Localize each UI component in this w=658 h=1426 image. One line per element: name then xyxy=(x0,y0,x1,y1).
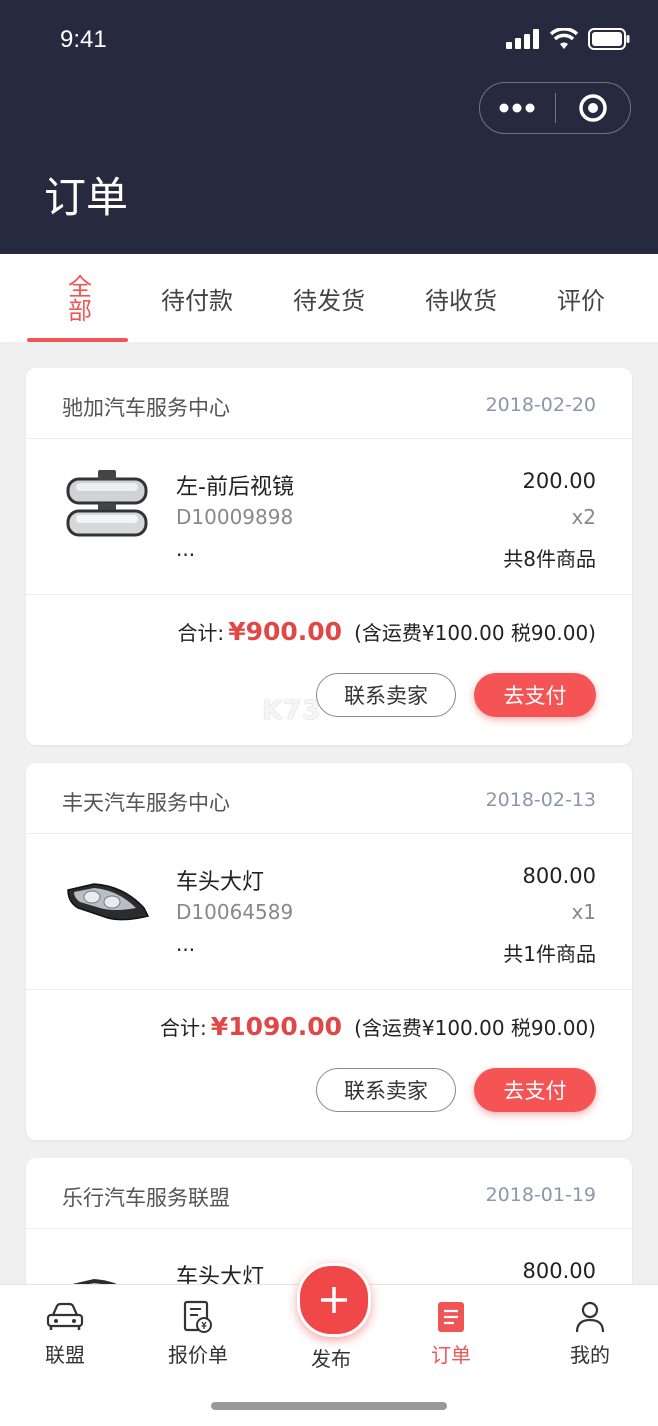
order-date: 2018-02-20 xyxy=(485,394,596,416)
miniprogram-capsule xyxy=(479,82,631,134)
contact-seller-button[interactable]: 联系卖家 xyxy=(316,673,456,717)
product-name: 车头大灯 xyxy=(176,870,265,895)
product-code: D10064589 xyxy=(176,900,294,924)
close-miniprogram-button[interactable] xyxy=(556,83,631,133)
order-card-header: 丰天汽车服务中心 2018-02-13 xyxy=(26,763,632,834)
product-more: ... xyxy=(176,537,196,561)
tab-pending-payment[interactable]: 待付款 xyxy=(142,254,252,342)
tab-label: 待付款 xyxy=(161,286,233,315)
shop-name[interactable]: 驰加汽车服务中心 xyxy=(62,392,230,422)
fee-detail: (含运费¥100.00 税90.00) xyxy=(354,621,596,645)
product-price: 200.00 xyxy=(522,469,596,493)
tab-pending-receipt[interactable]: 待收货 xyxy=(406,254,516,342)
product-price: 800.00 xyxy=(522,1259,596,1283)
nav-orders[interactable]: 订单 xyxy=(396,1299,506,1368)
battery-icon xyxy=(588,28,630,50)
total-label: 合计: xyxy=(177,621,225,645)
order-card: 驰加汽车服务中心 2018-02-20 左-前后视镜 D10009898 ...… xyxy=(26,368,632,745)
page-title: 订单 xyxy=(44,173,129,222)
nav-profile[interactable]: 我的 xyxy=(535,1299,645,1368)
fee-detail: (含运费¥100.00 税90.00) xyxy=(354,1016,596,1040)
active-tab-indicator xyxy=(27,338,128,342)
more-button[interactable] xyxy=(480,83,555,133)
nav-label: 联盟 xyxy=(45,1343,85,1367)
nav-publish[interactable]: 发布 xyxy=(276,1343,386,1372)
status-time: 9:41 xyxy=(60,26,107,53)
order-icon xyxy=(438,1302,464,1332)
order-total-line: 合计: ¥900.00 (含运费¥100.00 税90.00) xyxy=(177,617,596,646)
home-indicator xyxy=(211,1402,447,1410)
tab-pending-shipment[interactable]: 待发货 xyxy=(274,254,384,342)
headlight-image xyxy=(67,883,150,921)
order-item[interactable]: 左-前后视镜 D10009898 ... 200.00 x2 共8件商品 xyxy=(26,439,632,595)
pay-button[interactable]: 去支付 xyxy=(474,673,596,717)
order-card-footer: 合计: ¥900.00 (含运费¥100.00 税90.00) 联系卖家 去支付 xyxy=(26,595,632,745)
nav-label: 发布 xyxy=(311,1347,351,1371)
shop-name[interactable]: 乐行汽车服务联盟 xyxy=(62,1182,230,1212)
nav-quote[interactable]: 报价单 xyxy=(143,1299,253,1368)
nav-label: 订单 xyxy=(431,1343,471,1367)
product-quantity: x2 xyxy=(571,505,596,529)
total-amount: ¥1090.00 xyxy=(210,1012,343,1041)
order-card: 丰天汽车服务中心 2018-02-13 车头大灯 D10064589 ... 8… xyxy=(26,763,632,1140)
tab-label: 评价 xyxy=(557,286,605,315)
item-count: 共1件商品 xyxy=(503,942,596,966)
more-dots-icon xyxy=(499,103,535,113)
product-more: ... xyxy=(176,932,196,956)
tab-label: 待发货 xyxy=(293,286,365,315)
car-icon xyxy=(46,1302,84,1330)
product-price: 800.00 xyxy=(522,864,596,888)
item-count: 共8件商品 xyxy=(503,547,596,571)
signal-icon xyxy=(506,29,539,49)
header: 9:41 订单 xyxy=(0,0,658,254)
total-label: 合计: xyxy=(160,1016,207,1040)
plus-icon xyxy=(321,1287,347,1313)
product-name: 左-前后视镜 xyxy=(176,475,294,500)
order-date: 2018-01-19 xyxy=(485,1184,596,1206)
order-total-line: 合计: ¥1090.00 (含运费¥100.00 税90.00) xyxy=(160,1012,596,1041)
product-quantity: x1 xyxy=(571,900,596,924)
tab-review[interactable]: 评价 xyxy=(540,254,622,342)
target-icon xyxy=(579,94,607,122)
tab-all[interactable]: 全部 xyxy=(27,254,128,342)
status-icons xyxy=(506,28,630,50)
order-card-header: 乐行汽车服务联盟 2018-01-19 xyxy=(26,1158,632,1229)
nav-label: 报价单 xyxy=(168,1343,228,1367)
tab-label: 全部 xyxy=(63,274,92,322)
order-card-footer: 合计: ¥1090.00 (含运费¥100.00 税90.00) 联系卖家 去支… xyxy=(26,990,632,1140)
order-card-header: 驰加汽车服务中心 2018-02-20 xyxy=(26,368,632,439)
rearview-mirror-image xyxy=(66,470,148,537)
product-code: D10009898 xyxy=(176,505,294,529)
publish-button[interactable] xyxy=(297,1263,371,1337)
order-date: 2018-02-13 xyxy=(485,789,596,811)
nav-alliance[interactable]: 联盟 xyxy=(10,1299,120,1368)
wifi-icon xyxy=(550,28,578,49)
shop-name[interactable]: 丰天汽车服务中心 xyxy=(62,787,230,817)
order-tabs: 全部 待付款 待发货 待收货 评价 xyxy=(0,254,658,342)
order-item[interactable]: 车头大灯 D10064589 ... 800.00 x1 共1件商品 xyxy=(26,834,632,990)
nav-label: 我的 xyxy=(570,1343,610,1367)
watermark: K73 xyxy=(262,696,322,726)
contact-seller-button[interactable]: 联系卖家 xyxy=(316,1068,456,1112)
tab-label: 待收货 xyxy=(425,286,497,315)
user-icon xyxy=(575,1301,605,1333)
total-amount: ¥900.00 xyxy=(228,617,343,646)
pay-button[interactable]: 去支付 xyxy=(474,1068,596,1112)
quote-icon xyxy=(183,1300,212,1333)
